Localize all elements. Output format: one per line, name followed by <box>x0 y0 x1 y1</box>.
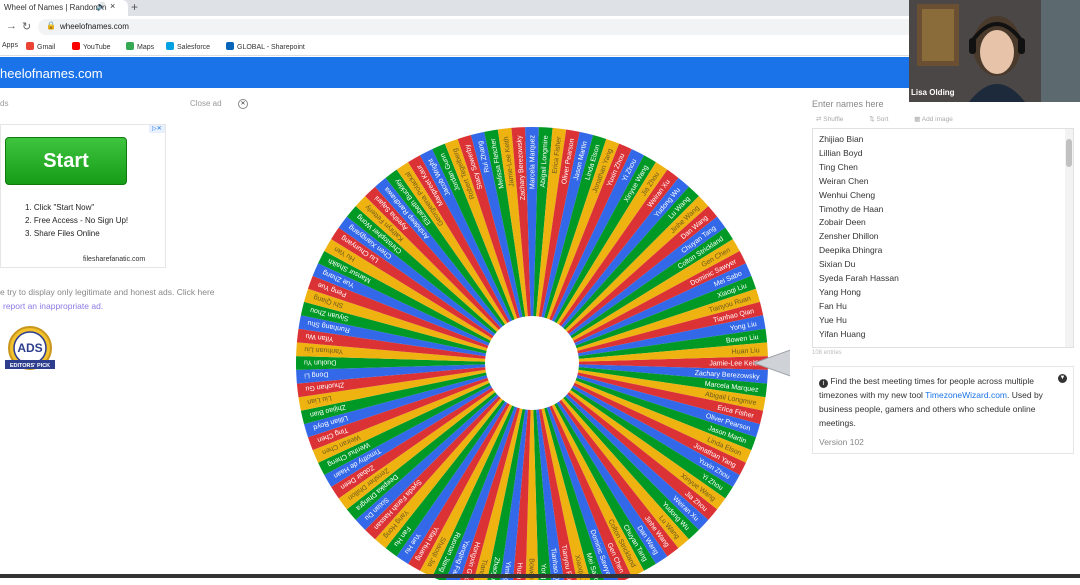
add-image-button[interactable]: ▦ Add image <box>914 116 965 123</box>
sort-label: Sort <box>876 116 889 123</box>
url-field[interactable]: 🔒 wheelofnames.com <box>38 19 918 35</box>
new-tab-icon[interactable]: + <box>131 0 138 14</box>
wheel-label: Duolun Yu <box>304 359 336 366</box>
timezone-link[interactable]: TimezoneWizard.com <box>925 390 1007 400</box>
bookmark-icon <box>166 42 174 50</box>
ad-step: 3. Share Files Online <box>25 229 100 238</box>
add-image-label: Add image <box>921 116 953 123</box>
tab-title: Wheel of Names | Random n <box>4 3 107 12</box>
webcam-overlay: Lisa Olding <box>909 0 1080 102</box>
name-entry: Zhijiao Bian <box>819 134 864 144</box>
bookmark-label: Gmail <box>37 44 56 51</box>
browser-tab[interactable]: Wheel of Names | Random n 🔊 × <box>0 0 128 16</box>
disclaimer-text: e try to display only legitimate and hon… <box>0 287 215 297</box>
reload-icon[interactable]: ↻ <box>22 20 31 33</box>
info-box: ▼ i Find the best meeting times for peop… <box>812 366 1074 454</box>
names-list: Zhijiao Bian Lillian Boyd Ting Chen Weiran … <box>819 133 899 342</box>
name-entry: Fan Hu <box>819 300 847 311</box>
wheel-label: Dong Li <box>304 370 329 378</box>
report-ad-link[interactable]: report an inappropriate ad. <box>0 299 255 313</box>
site-title[interactable]: heelofnames.com <box>0 66 103 81</box>
name-entry: Yifan Huang <box>819 328 866 339</box>
bookmark-label: YouTube <box>83 44 111 51</box>
version-label: Version 102 <box>819 437 864 447</box>
bookmark-icon <box>26 42 34 50</box>
ad-box[interactable]: ▷✕ Start 1. Click "Start Now" 2. Free Ac… <box>0 124 166 268</box>
bookmark-item[interactable]: Gmail <box>26 42 55 51</box>
bookmark-item[interactable]: GLOBAL - Sharepoint <box>226 42 305 51</box>
speaker-icon[interactable]: 🔊 <box>96 2 106 11</box>
badge-text: ADS <box>17 341 42 355</box>
bookmark-icon <box>72 42 80 50</box>
lock-icon: 🔒 <box>46 21 56 30</box>
shuffle-label: Shuffle <box>823 116 844 123</box>
name-entry: Syeda Farah Hassan <box>819 273 899 284</box>
name-entry: Ting Chen <box>819 161 858 172</box>
list-tools: ⇄ Shuffle ⇅ Sort ▦ Add image <box>816 115 977 123</box>
info-text: i Find the best meeting times for people… <box>819 374 1069 430</box>
sort-button[interactable]: ⇅ Sort <box>869 116 900 123</box>
bookmark-item[interactable]: Maps <box>126 42 154 51</box>
enter-names-label: Enter names here <box>812 99 884 109</box>
webcam-image <box>909 0 1080 102</box>
wheel-label: Jamie-Lee Keith <box>709 361 760 368</box>
name-entry: Yang Hong <box>819 286 861 297</box>
wheel-label: Marcela Marquez <box>530 135 537 190</box>
badge-sub: EDITORS' PICK <box>10 363 50 369</box>
close-tab-icon[interactable]: × <box>110 1 115 11</box>
editors-pick-badge: ADS EDITORS' PICK <box>5 326 55 370</box>
bookmark-icon <box>226 42 234 50</box>
name-entry: Zensher Dhillon <box>819 231 879 242</box>
name-entry: Deepika Dhingra <box>819 245 883 256</box>
shuffle-button[interactable]: ⇄ Shuffle <box>816 116 855 123</box>
entry-count: 108 entries <box>812 350 842 356</box>
bookmark-item[interactable]: Salesforce <box>166 42 210 51</box>
info-icon: i <box>819 379 828 388</box>
scroll-thumb[interactable] <box>1066 139 1072 167</box>
close-ad-link[interactable]: Close ad <box>190 99 222 108</box>
ad-start-button[interactable]: Start <box>5 137 127 185</box>
bookmark-label: Maps <box>137 44 155 51</box>
bookmark-item[interactable]: YouTube <box>72 42 111 51</box>
names-pane: Enter names here ⇄ Shuffle ⇅ Sort ▦ Add … <box>810 96 1080 566</box>
bookmark-label: GLOBAL - Sharepoint <box>237 44 305 51</box>
ad-disclaimer: e try to display only legitimate and hon… <box>0 285 255 313</box>
bookmark-label: Salesforce <box>177 44 211 51</box>
names-textarea[interactable]: Zhijiao Bian Lillian Boyd Ting Chen Weiran … <box>812 128 1074 348</box>
ad-step: 1. Click "Start Now" <box>25 203 95 212</box>
webcam-name: Lisa Olding <box>911 88 955 97</box>
ad-steps: 1. Click "Start Now" 2. Free Access - No… <box>25 201 128 240</box>
name-entry: Yue Hu <box>819 314 847 325</box>
bookmark-item[interactable]: Apps <box>2 42 18 49</box>
name-entry: Zobair Deen <box>819 217 866 228</box>
name-entry: Timothy de Haan <box>819 203 884 214</box>
bottom-bar <box>0 574 1080 578</box>
name-entry: Wenhui Cheng <box>819 189 876 200</box>
ad-source: filesharefanatic.com <box>83 256 146 263</box>
url-text: wheelofnames.com <box>60 22 129 31</box>
wheel-hub[interactable] <box>485 316 579 410</box>
names-scrollbar[interactable] <box>1065 129 1073 347</box>
name-entry: Lillian Boyd <box>819 147 863 158</box>
close-ad-icon[interactable]: ✕ <box>238 99 248 109</box>
name-entry: Weiran Chen <box>819 175 869 186</box>
wheel[interactable]: Jamie-Lee KeithZachary BerezowskyMarcela… <box>290 120 797 585</box>
bookmark-label: Apps <box>2 42 18 49</box>
forward-icon[interactable]: → <box>6 20 17 32</box>
adchoices-icon[interactable]: ▷✕ <box>149 125 165 133</box>
wheel-area: Jamie-Lee Keith Zachary Berezowsky Marcela… <box>290 120 797 585</box>
ads-label: ds <box>0 99 9 108</box>
ad-pane: ds Close ad ✕ ▷✕ Start 1. Click "Start N… <box>0 88 260 578</box>
ad-step: 2. Free Access - No Sign Up! <box>25 216 129 225</box>
name-entry: Sixian Du <box>819 259 856 270</box>
bookmark-icon <box>126 42 134 50</box>
